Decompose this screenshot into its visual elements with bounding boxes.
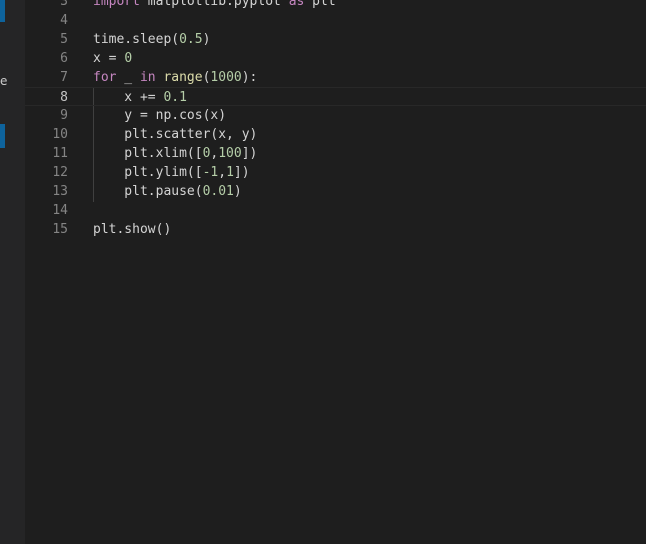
code-token: )	[233, 184, 242, 199]
line-number: 13	[52, 184, 68, 199]
code-text: plt.xlim([0,100])	[93, 144, 257, 163]
code-line[interactable]: 4	[25, 11, 646, 30]
code-token: 1	[226, 165, 234, 180]
line-number: 7	[60, 70, 68, 85]
code-token: time.sleep(	[93, 32, 180, 47]
code-line[interactable]: 10 plt.scatter(x, y)	[25, 125, 646, 144]
code-token: 0	[124, 51, 133, 66]
code-token: x =	[93, 51, 125, 66]
vscode-window: e 3 import matplotlib.pyplot as plt 4 5 time…	[0, 0, 646, 544]
code-line[interactable]: 12 plt.ylim([-1,1])	[25, 163, 646, 182]
code-line[interactable]: 11 plt.xlim([0,100])	[25, 144, 646, 163]
code-token: ])	[241, 146, 258, 161]
code-line[interactable]: 8 x += 0.1	[25, 87, 646, 106]
code-token: ,	[218, 165, 227, 180]
code-line[interactable]: 14	[25, 201, 646, 220]
code-token: 1000	[210, 70, 242, 85]
line-number: 9	[60, 108, 68, 123]
code-text: plt.ylim([-1,1])	[93, 163, 250, 182]
code-token: as	[288, 0, 305, 9]
code-text: plt.scatter(x, y)	[93, 125, 257, 144]
code-line[interactable]: 5 time.sleep(0.5)	[25, 30, 646, 49]
code-editor[interactable]: 3 import matplotlib.pyplot as plt 4 5 time.s…	[25, 0, 646, 544]
code-line[interactable]: 3 import matplotlib.pyplot as plt	[25, 0, 646, 11]
code-text: plt.pause(0.01)	[93, 182, 242, 201]
sidebar: e	[0, 0, 25, 544]
code-token: plt.scatter(x, y)	[93, 127, 258, 142]
code-token: x +=	[93, 90, 164, 105]
sidebar-selected-item[interactable]	[0, 124, 5, 148]
code-token: import	[93, 0, 140, 9]
code-token: -1	[202, 165, 219, 180]
code-token: 100	[218, 146, 242, 161]
code-token: plt.ylim([	[93, 165, 203, 180]
code-line[interactable]: 13 plt.pause(0.01)	[25, 182, 646, 201]
line-number: 12	[52, 165, 68, 180]
sidebar-selected-item-top[interactable]	[0, 0, 5, 22]
sidebar-item-label[interactable]: e	[0, 74, 7, 88]
code-token: plt.pause(	[93, 184, 203, 199]
code-token: plt.xlim([	[93, 146, 203, 161]
code-token: _	[116, 70, 140, 85]
code-line[interactable]: 7 for _ in range(1000):	[25, 68, 646, 87]
code-text: time.sleep(0.5)	[93, 30, 210, 49]
code-token: y = np.cos(x)	[93, 108, 227, 123]
line-number: 15	[52, 222, 68, 237]
line-number: 11	[52, 146, 68, 161]
code-text: import matplotlib.pyplot as plt	[93, 0, 336, 11]
code-text: plt.show()	[93, 220, 171, 239]
line-number: 14	[52, 203, 68, 218]
code-token: in	[139, 70, 156, 85]
line-number: 10	[52, 127, 68, 142]
code-token: )	[202, 32, 211, 47]
code-text: x = 0	[93, 49, 132, 68]
line-number: 6	[60, 51, 68, 66]
code-token: for	[93, 70, 117, 85]
line-number: 5	[60, 32, 68, 47]
code-token: ])	[233, 165, 250, 180]
code-token: ):	[241, 70, 258, 85]
code-token: 0.1	[163, 90, 187, 105]
code-text: x += 0.1	[93, 88, 187, 107]
code-token: 0.5	[179, 32, 203, 47]
code-text: y = np.cos(x)	[93, 106, 226, 125]
line-number: 4	[60, 13, 68, 28]
code-line[interactable]: 6 x = 0	[25, 49, 646, 68]
code-token: 0.01	[202, 184, 234, 199]
code-text: for _ in range(1000):	[93, 68, 257, 87]
line-number: 3	[60, 0, 68, 9]
line-number: 8	[60, 90, 68, 105]
code-token: range	[163, 70, 203, 85]
code-line[interactable]: 9 y = np.cos(x)	[25, 106, 646, 125]
code-token: matplotlib.pyplot	[139, 0, 289, 9]
code-line[interactable]: 15 plt.show()	[25, 220, 646, 239]
code-token: plt.show()	[93, 222, 172, 237]
code-token: plt	[304, 0, 336, 9]
